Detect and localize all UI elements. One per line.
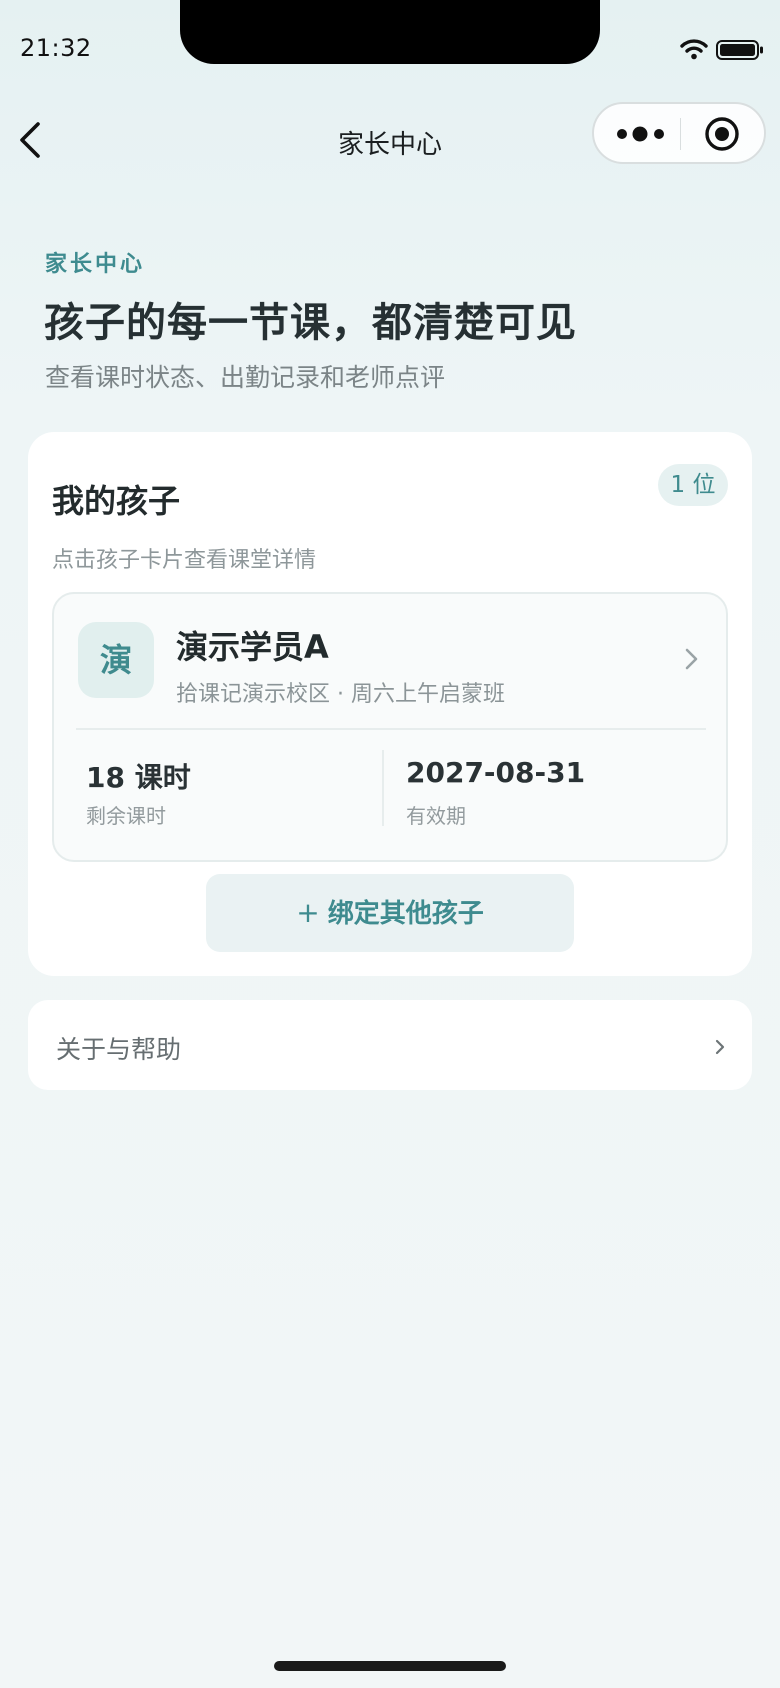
- status-time: 21:32: [20, 34, 92, 62]
- child-name: 演示学员A: [176, 628, 329, 666]
- target-icon[interactable]: [704, 116, 740, 152]
- children-count-badge: 1 位: [658, 464, 728, 506]
- bind-button-label: 绑定其他孩子: [327, 899, 484, 929]
- child-divider: [76, 728, 706, 730]
- capsule-divider: [680, 118, 681, 150]
- about-help-label: 关于与帮助: [56, 1035, 182, 1064]
- stat-divider: [382, 750, 384, 826]
- hero-title: 孩子的每一节课，都清楚可见: [44, 300, 577, 346]
- device-notch: [180, 0, 600, 64]
- about-help-row[interactable]: 关于与帮助: [28, 1000, 752, 1090]
- chevron-right-icon: [685, 648, 698, 670]
- chevron-right-icon: [715, 1039, 725, 1055]
- more-dots-icon[interactable]: [616, 122, 666, 146]
- remaining-hours-label: 剩余课时: [86, 804, 166, 828]
- plus-icon: +: [296, 896, 320, 929]
- bind-other-child-button[interactable]: + 绑定其他孩子: [206, 874, 574, 952]
- card-title: 我的孩子: [52, 482, 181, 520]
- battery-icon: [716, 40, 763, 60]
- expiry-value: 2027-08-31: [406, 756, 586, 789]
- card-hint: 点击孩子卡片查看课堂详情: [52, 548, 317, 573]
- hero-subtitle: 查看课时状态、出勤记录和老师点评: [45, 363, 446, 392]
- child-card[interactable]: 演 演示学员A 拾课记演示校区 · 周六上午启蒙班 18 课时 剩余课时 202…: [52, 592, 728, 862]
- miniprogram-capsule: [592, 102, 766, 164]
- hero-kicker: 家长中心: [45, 252, 146, 277]
- remaining-hours-value: 18 课时: [86, 761, 191, 794]
- child-meta: 拾课记演示校区 · 周六上午启蒙班: [176, 682, 505, 707]
- expiry-label: 有效期: [406, 804, 466, 828]
- wifi-icon: [680, 39, 708, 60]
- child-avatar: 演: [78, 622, 154, 698]
- children-card: 我的孩子 1 位 点击孩子卡片查看课堂详情 演 演示学员A 拾课记演示校区 · …: [28, 432, 752, 976]
- home-indicator: [274, 1661, 506, 1671]
